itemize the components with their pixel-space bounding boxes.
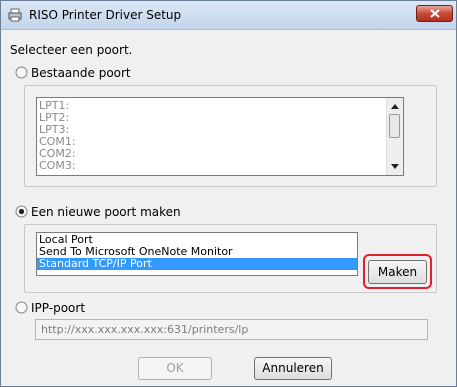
scroll-up-icon[interactable] <box>391 104 399 109</box>
radio-existing-port[interactable] <box>15 66 28 79</box>
radio-ipp-port[interactable] <box>15 301 28 314</box>
title-bar: RISO Printer Driver Setup <box>1 1 456 30</box>
new-port-list[interactable]: Local Port Send To Microsoft OneNote Moni… <box>36 232 358 276</box>
ipp-url-input[interactable]: http://xxx.xxx.xxx.xxx:631/printers/lp <box>35 319 428 340</box>
existing-port-list[interactable]: LPT1: LPT2: LPT3: COM1: COM2: COM3: <box>36 97 404 176</box>
existing-port-label[interactable]: Bestaande poort <box>31 66 131 80</box>
list-item[interactable]: LPT2: <box>37 112 403 124</box>
printer-app-icon <box>8 8 22 22</box>
new-port-label[interactable]: Een nieuwe poort maken <box>31 205 181 219</box>
list-item[interactable]: LPT1: <box>37 100 403 112</box>
scroll-down-icon[interactable] <box>391 164 399 169</box>
close-icon <box>430 9 440 18</box>
instruction-text: Selecteer een poort. <box>10 43 133 57</box>
list-item[interactable]: COM1: <box>37 136 403 148</box>
ipp-port-label[interactable]: IPP-poort <box>31 301 85 315</box>
existing-port-scrollbar[interactable] <box>386 98 403 175</box>
radio-new-port[interactable] <box>15 205 28 218</box>
list-item[interactable]: Standard TCP/IP Port <box>37 258 357 270</box>
window-title: RISO Printer Driver Setup <box>29 8 182 22</box>
list-item[interactable]: COM2: <box>37 148 403 160</box>
scroll-thumb[interactable] <box>389 114 400 138</box>
ok-button[interactable]: OK <box>138 357 212 380</box>
dialog-window: RISO Printer Driver Setup Selecteer een … <box>0 0 457 387</box>
cancel-button[interactable]: Annuleren <box>254 357 332 380</box>
list-item[interactable]: COM3: <box>37 160 403 172</box>
close-button[interactable] <box>416 5 453 22</box>
highlight-frame <box>363 254 432 289</box>
list-item[interactable]: LPT3: <box>37 124 403 136</box>
